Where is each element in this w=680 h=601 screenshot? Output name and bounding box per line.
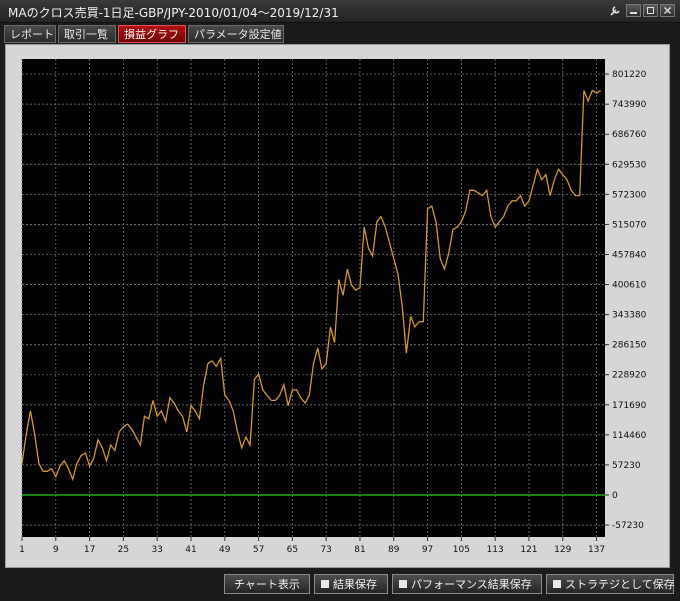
y-tick-label: 0 <box>612 491 618 501</box>
close-icon[interactable] <box>660 4 675 17</box>
minimize-icon[interactable] <box>626 4 641 17</box>
y-tick-label: 171690 <box>612 401 647 411</box>
x-tick-label: 65 <box>287 545 298 555</box>
y-tick-label: 572300 <box>612 190 647 200</box>
y-tick-label: 515070 <box>612 220 647 230</box>
x-tick-label: 97 <box>422 545 433 555</box>
x-tick-label: 89 <box>388 545 400 555</box>
x-tick-label: 113 <box>487 545 504 555</box>
window-title: MAのクロス売買-1日足-GBP/JPY-2010/01/04～2019/12/… <box>8 6 339 20</box>
y-tick-label: 686760 <box>612 130 647 140</box>
y-tick-label: 228920 <box>612 371 647 381</box>
wrench-icon[interactable] <box>608 4 623 17</box>
x-tick-label: 129 <box>554 545 571 555</box>
x-tick-label: 1 <box>19 545 25 555</box>
x-tick-label: 49 <box>219 545 231 555</box>
chart-display-label: チャート表示 <box>234 578 300 591</box>
save-strategy-label: ストラテジとして保存 <box>565 578 675 591</box>
title-bar: MAのクロス売買-1日足-GBP/JPY-2010/01/04～2019/12/… <box>0 0 680 23</box>
chart-display-button[interactable]: チャート表示 <box>224 574 310 594</box>
save-icon <box>399 580 407 588</box>
x-tick-label: 81 <box>354 545 365 555</box>
y-tick-label: -57230 <box>612 521 644 531</box>
save-result-label: 結果保存 <box>333 578 377 591</box>
tab-report[interactable]: レポート <box>4 25 56 43</box>
y-tick-label: 801220 <box>612 70 647 80</box>
restore-icon[interactable] <box>643 4 658 17</box>
save-performance-label: パフォーマンス結果保存 <box>411 578 532 591</box>
x-tick-label: 17 <box>84 545 95 555</box>
x-tick-label: 121 <box>520 545 537 555</box>
bottom-toolbar: チャート表示 結果保存 パフォーマンス結果保存 ストラテジとして保存 <box>0 571 680 601</box>
save-result-button[interactable]: 結果保存 <box>314 574 388 594</box>
save-icon <box>321 580 329 588</box>
x-tick-label: 33 <box>151 545 162 555</box>
tab-pl-graph[interactable]: 損益グラフ <box>118 25 186 43</box>
y-tick-label: 457840 <box>612 250 647 260</box>
tab-trade-list[interactable]: 取引一覧 <box>58 25 116 43</box>
x-tick-label: 73 <box>320 545 331 555</box>
y-tick-label: 286150 <box>612 341 647 351</box>
save-performance-button[interactable]: パフォーマンス結果保存 <box>392 574 542 594</box>
y-tick-label: 114460 <box>612 431 647 441</box>
save-strategy-button[interactable]: ストラテジとして保存 <box>546 574 675 594</box>
x-tick-label: 9 <box>53 545 59 555</box>
chart-panel: 1 9 17 25 33 41 49 57 65 73 81 89 97 105 113 121 129 137 … <box>5 44 670 568</box>
x-tick-label: 41 <box>185 545 196 555</box>
save-icon <box>553 580 561 588</box>
pl-chart: 1 9 17 25 33 41 49 57 65 73 81 89 97 105 113 121 129 137 … <box>19 59 647 555</box>
y-tick-label: 400610 <box>612 281 647 291</box>
y-tick-label: 57230 <box>612 461 641 471</box>
x-tick-label: 105 <box>453 545 470 555</box>
x-tick-label: 25 <box>118 545 129 555</box>
y-tick-label: 629530 <box>612 160 647 170</box>
y-tick-label: 743990 <box>612 100 647 110</box>
tab-parameters[interactable]: パラメータ設定値 <box>188 25 284 43</box>
y-tick-label: 343380 <box>612 311 647 321</box>
plot-area <box>22 59 605 537</box>
x-tick-label: 57 <box>253 545 264 555</box>
x-tick-label: 137 <box>588 545 605 555</box>
